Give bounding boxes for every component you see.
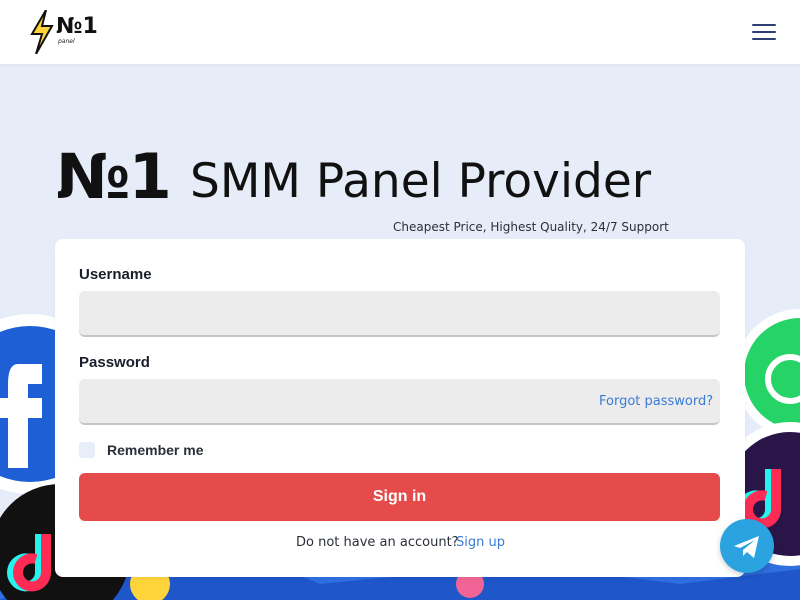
- forgot-password-link[interactable]: Forgot password?: [599, 394, 713, 409]
- hero-mark: №1: [56, 140, 172, 213]
- remember-me-label: Remember me: [107, 442, 204, 458]
- hamburger-icon: [752, 24, 776, 26]
- sign-up-link[interactable]: Sign up: [456, 535, 505, 550]
- username-input[interactable]: [79, 291, 720, 337]
- remember-me-checkbox[interactable]: [79, 442, 95, 458]
- hamburger-menu-button[interactable]: [752, 24, 776, 42]
- username-label: Username: [79, 266, 152, 283]
- password-label: Password: [79, 354, 150, 371]
- hero-tagline: Cheapest Price, Highest Quality, 24/7 Su…: [393, 220, 669, 234]
- login-card: Username Password Forgot password? Remem…: [55, 239, 745, 577]
- hero-title: SMM Panel Provider: [190, 154, 652, 209]
- logo-subtext: panel: [58, 38, 75, 45]
- telegram-chat-button[interactable]: [720, 519, 774, 573]
- top-navbar: №1 panel: [0, 0, 800, 64]
- lightning-logo-icon: [30, 10, 54, 54]
- sign-in-button[interactable]: Sign in: [79, 473, 720, 521]
- telegram-icon: [734, 536, 759, 558]
- no-account-text: Do not have an account?: [296, 535, 459, 550]
- logo-text: №1: [56, 14, 98, 39]
